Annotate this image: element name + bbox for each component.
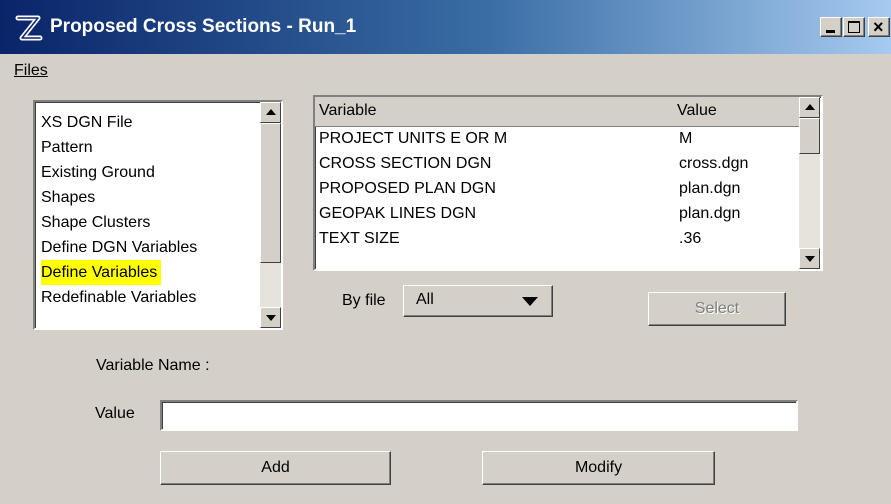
arrow-down-icon: [805, 256, 815, 262]
scroll-thumb[interactable]: [260, 123, 281, 263]
table-scroll-up-button[interactable]: [799, 97, 820, 118]
window-title: Proposed Cross Sections - Run_1: [50, 16, 357, 37]
list-item-shape-clusters[interactable]: Shape Clusters: [41, 210, 154, 235]
table-header: Variable Value: [315, 97, 799, 127]
arrow-up-icon: [805, 104, 815, 110]
close-button[interactable]: ×: [868, 17, 890, 37]
table-scrollbar[interactable]: [799, 97, 820, 269]
cell-value: M: [679, 130, 693, 147]
arrow-down-icon: [266, 315, 276, 321]
list-item-pattern[interactable]: Pattern: [41, 135, 97, 160]
column-header-value[interactable]: Value: [677, 102, 717, 120]
list-item-existing-ground[interactable]: Existing Ground: [41, 160, 159, 185]
list-item-define-variables[interactable]: Define Variables: [41, 260, 162, 285]
cell-value: .36: [679, 230, 702, 247]
select-button-label: Select: [694, 300, 740, 317]
table-row[interactable]: PROPOSED PLAN DGN plan.dgn: [315, 178, 799, 203]
table-row[interactable]: PROJECT UNITS E OR M M: [315, 128, 799, 153]
menu-files[interactable]: Files: [14, 62, 48, 80]
column-header-variable[interactable]: Variable: [319, 102, 377, 120]
modify-button-label: Modify: [574, 459, 623, 476]
cell-value: plan.dgn: [679, 205, 741, 222]
cell-value: cross.dgn: [679, 155, 749, 172]
scroll-up-button[interactable]: [260, 102, 281, 123]
cell-variable: CROSS SECTION DGN: [319, 155, 492, 172]
menu-files-label: Files: [14, 62, 48, 79]
value-label: Value: [95, 405, 135, 422]
variable-name-label: Variable Name :: [96, 357, 210, 374]
table-row[interactable]: GEOPAK LINES DGN plan.dgn: [315, 203, 799, 228]
by-file-label: By file: [342, 292, 386, 309]
dropdown-arrow-icon: [522, 297, 538, 306]
modify-button[interactable]: Modify: [482, 451, 715, 485]
variables-table[interactable]: Variable Value PROJECT UNITS E OR M M CR…: [313, 95, 823, 271]
table-row[interactable]: TEXT SIZE .36: [315, 228, 799, 253]
category-list-scrollbar[interactable]: [260, 102, 281, 328]
list-item-shapes[interactable]: Shapes: [41, 185, 99, 210]
category-list[interactable]: XS DGN File Pattern Existing Ground Shap…: [33, 100, 283, 330]
close-icon: ×: [873, 17, 884, 37]
add-button[interactable]: Add: [160, 451, 391, 485]
value-input[interactable]: [160, 400, 798, 431]
select-button[interactable]: Select: [648, 292, 786, 326]
by-file-selected: All: [416, 291, 434, 308]
cell-variable: PROJECT UNITS E OR M: [319, 130, 508, 147]
minimize-button[interactable]: [820, 17, 842, 37]
scroll-down-button[interactable]: [260, 307, 281, 328]
by-file-dropdown[interactable]: All: [403, 285, 553, 317]
menu-bar: Files: [0, 54, 891, 88]
app-logo-icon: [15, 15, 43, 41]
cell-value: plan.dgn: [679, 180, 741, 197]
add-button-label: Add: [261, 459, 290, 476]
list-item-redefinable-variables[interactable]: Redefinable Variables: [41, 285, 200, 310]
cell-variable: PROPOSED PLAN DGN: [319, 180, 496, 197]
cell-variable: GEOPAK LINES DGN: [319, 205, 477, 222]
table-scroll-down-button[interactable]: [799, 248, 820, 269]
table-row[interactable]: CROSS SECTION DGN cross.dgn: [315, 153, 799, 178]
title-bar[interactable]: Proposed Cross Sections - Run_1 ×: [0, 0, 891, 54]
arrow-up-icon: [266, 109, 276, 115]
table-scroll-thumb[interactable]: [799, 118, 820, 154]
cell-variable: TEXT SIZE: [319, 230, 400, 247]
list-item-xs-dgn-file[interactable]: XS DGN File: [41, 110, 137, 135]
maximize-button[interactable]: [843, 17, 865, 37]
list-item-define-dgn-variables[interactable]: Define DGN Variables: [41, 235, 201, 260]
